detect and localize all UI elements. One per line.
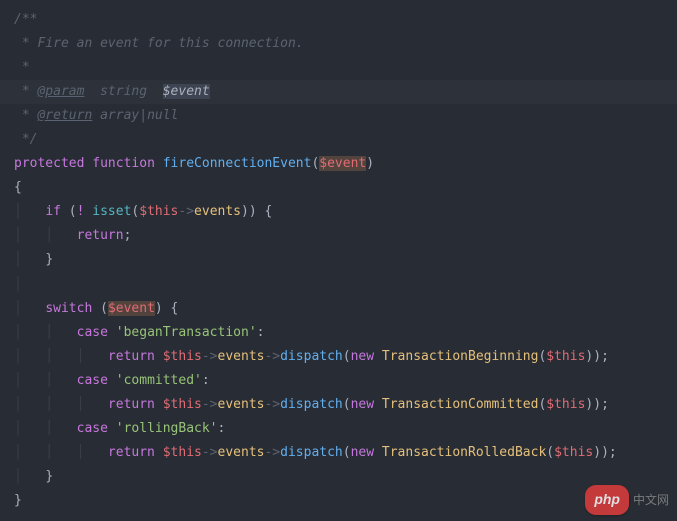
code-editor: /** * Fire an event for this connection.…: [0, 8, 677, 513]
return-line: │ │ return;: [0, 224, 677, 248]
switch-var: $event: [108, 301, 155, 316]
return-tag: @return: [37, 108, 92, 123]
return-dispatch-line: │ │ │ return $this->events->dispatch(new…: [0, 345, 677, 369]
if-line: │ if (! isset($this->events)) {: [0, 200, 677, 224]
doc-line: */: [0, 128, 677, 152]
param-event: $event: [319, 156, 366, 171]
return-dispatch-line: │ │ │ return $this->events->dispatch(new…: [0, 393, 677, 417]
return-dispatch-line: │ │ │ return $this->events->dispatch(new…: [0, 441, 677, 465]
doc-line: *: [0, 56, 677, 80]
brace-close: │ }: [0, 248, 677, 272]
doc-description: Fire an event for this connection.: [37, 36, 303, 51]
case-line: │ │ case 'committed':: [0, 369, 677, 393]
param-var: $event: [163, 84, 210, 99]
param-tag: @param: [37, 84, 84, 99]
switch-line: │ switch ($event) {: [0, 297, 677, 321]
case-line: │ │ case 'beganTransaction':: [0, 321, 677, 345]
brace-close: │ }: [0, 465, 677, 489]
watermark: php 中文网: [585, 485, 669, 515]
function-signature: protected function fireConnectionEvent($…: [0, 152, 677, 176]
function-name: fireConnectionEvent: [163, 156, 312, 171]
doc-param-line: * @param string $event: [0, 80, 677, 104]
watermark-pill: php: [585, 485, 629, 515]
docblock-close: */: [14, 132, 37, 147]
watermark-text: 中文网: [633, 489, 669, 511]
docblock-open: /**: [14, 12, 37, 27]
brace-open: {: [0, 176, 677, 200]
case-line: │ │ case 'rollingBack':: [0, 417, 677, 441]
doc-return-line: * @return array|null: [0, 104, 677, 128]
doc-line: * Fire an event for this connection.: [0, 32, 677, 56]
blank-line: │: [0, 273, 677, 297]
brace-close: }: [0, 489, 677, 513]
doc-line: /**: [0, 8, 677, 32]
